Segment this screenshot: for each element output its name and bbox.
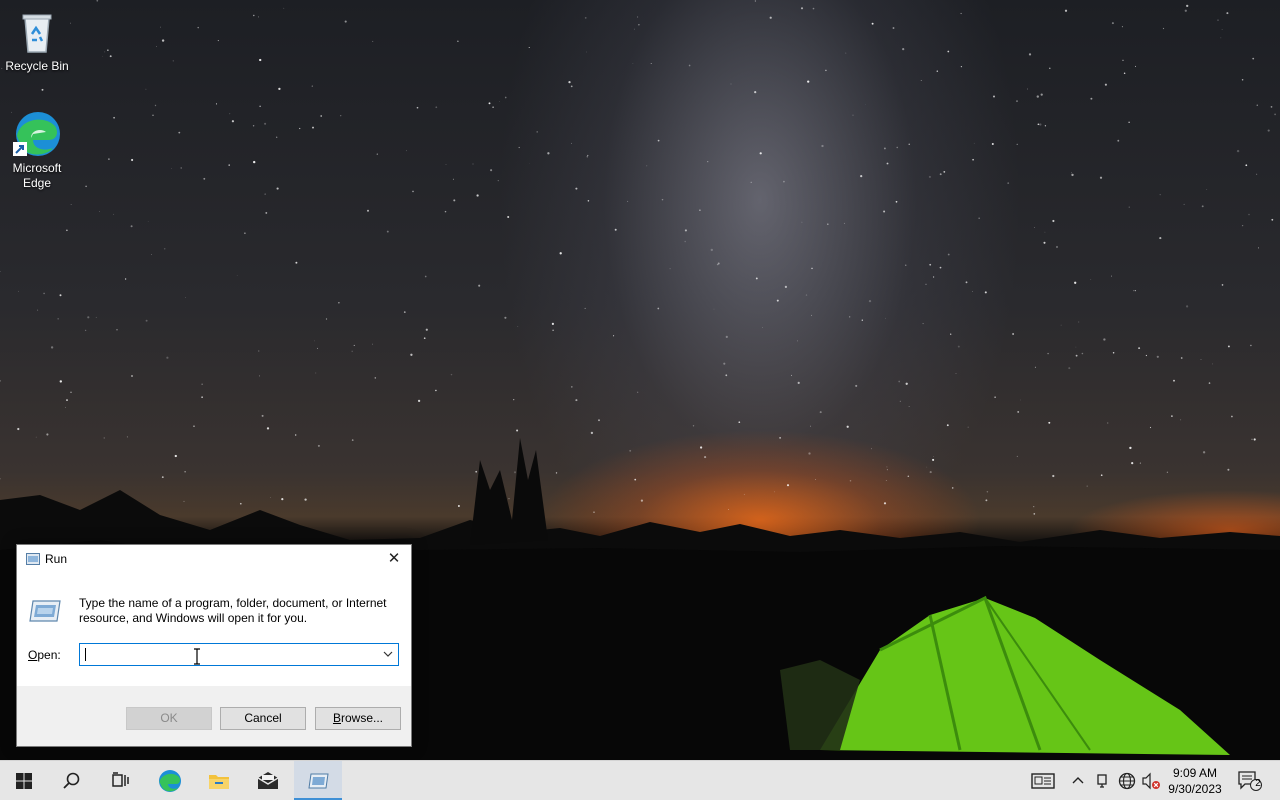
- run-icon: [26, 553, 40, 565]
- volume-muted-icon: [1142, 772, 1160, 790]
- run-program-icon: [29, 600, 61, 622]
- dialog-description: Type the name of a program, folder, docu…: [79, 596, 387, 625]
- search-button[interactable]: [48, 761, 96, 800]
- open-input[interactable]: [82, 645, 378, 664]
- file-explorer-icon: [209, 775, 229, 789]
- network-icon: [1118, 772, 1136, 790]
- tray-news[interactable]: [1030, 761, 1056, 800]
- taskbar-run[interactable]: [294, 761, 342, 800]
- browse-button[interactable]: Browse...: [315, 707, 401, 730]
- taskbar: 9:09 AM 9/30/2023 2: [0, 760, 1280, 800]
- taskbar-edge[interactable]: [146, 761, 194, 800]
- start-button[interactable]: [0, 761, 48, 800]
- taskbar-clock[interactable]: 9:09 AM 9/30/2023: [1164, 765, 1226, 797]
- task-view-button[interactable]: [96, 761, 144, 800]
- close-button[interactable]: ✕: [383, 549, 405, 569]
- task-view-icon: [112, 772, 129, 787]
- ibeam-cursor-icon: [194, 648, 200, 665]
- chevron-down-icon[interactable]: [381, 647, 395, 661]
- chevron-up-icon: [1072, 777, 1084, 784]
- run-dialog: Run ✕ Type the name of a program, folder…: [16, 544, 412, 747]
- desktop-icon-microsoft-edge[interactable]: Microsoft Edge: [1, 110, 73, 191]
- search-icon: [63, 772, 80, 789]
- edge-icon: [159, 770, 181, 792]
- tray-overflow[interactable]: [1068, 761, 1088, 800]
- taskbar-mail[interactable]: [244, 761, 292, 800]
- tray-meet[interactable]: [1093, 761, 1113, 800]
- text-caret: [85, 648, 86, 661]
- ok-button[interactable]: OK: [126, 707, 212, 730]
- action-center-button[interactable]: 2: [1234, 761, 1266, 800]
- cancel-button[interactable]: Cancel: [220, 707, 306, 730]
- desktop-icon-label: Microsoft Edge: [12, 161, 62, 190]
- desktop-icon-label: Recycle Bin: [5, 59, 69, 73]
- open-label: Open:: [28, 648, 61, 662]
- recycle-bin-icon: [13, 8, 61, 56]
- start-icon: [16, 773, 32, 789]
- clock-time: 9:09 AM: [1172, 766, 1218, 780]
- clock-date: 9/30/2023: [1168, 782, 1222, 796]
- desktop-icon-recycle-bin[interactable]: Recycle Bin: [1, 8, 73, 74]
- open-combobox[interactable]: [79, 643, 399, 666]
- tray-volume[interactable]: [1140, 761, 1162, 800]
- notification-count: 2: [1255, 778, 1261, 789]
- meet-icon: [1097, 774, 1107, 788]
- run-icon: [308, 773, 329, 789]
- dialog-titlebar[interactable]: Run ✕: [17, 545, 411, 573]
- mail-icon: [257, 772, 279, 789]
- taskbar-file-explorer[interactable]: [195, 761, 243, 800]
- tray-network[interactable]: [1116, 761, 1138, 800]
- edge-icon: [13, 110, 61, 158]
- close-icon: ✕: [387, 550, 401, 567]
- dialog-title: Run: [45, 552, 68, 566]
- news-icon: [1031, 773, 1055, 789]
